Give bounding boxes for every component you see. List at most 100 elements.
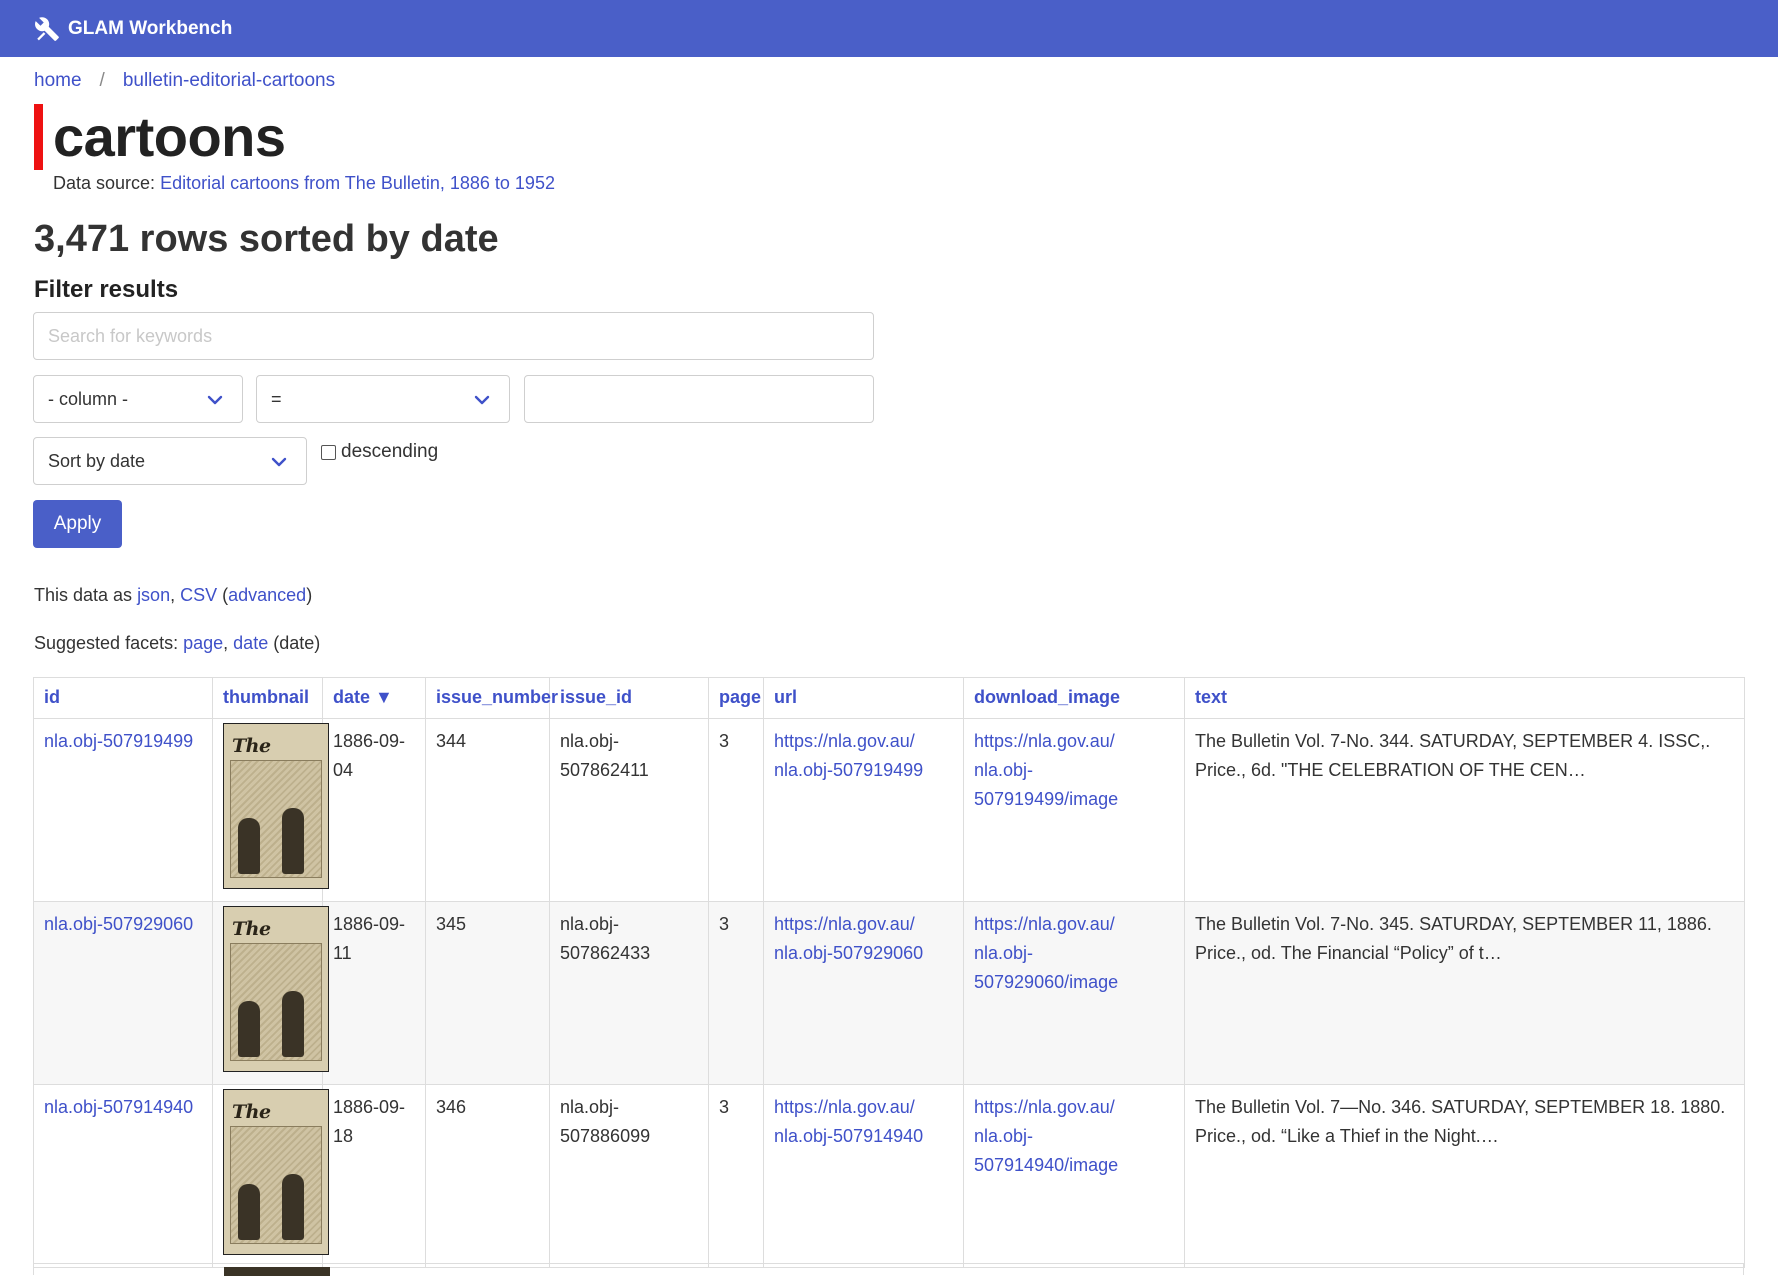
row-count-heading: 3,471 rows sorted by date: [34, 218, 499, 260]
row-id-link[interactable]: nla.obj-507929060: [44, 914, 193, 934]
facet-date-link[interactable]: date: [233, 633, 268, 653]
descending-toggle[interactable]: descending: [321, 441, 438, 463]
export-csv-link[interactable]: CSV: [180, 585, 217, 605]
export-close-paren: ): [306, 585, 313, 605]
cell-text: The Bulletin Vol. 7-No. 344. SATURDAY, S…: [1184, 718, 1745, 902]
title-accent-bar: [34, 104, 43, 170]
row-download-link[interactable]: https://nla.gov.au/nla.obj-507914940/ima…: [974, 1097, 1118, 1175]
cell-thumbnail: The Bulletin: [212, 1084, 329, 1268]
export-links: This data as json, CSV (advanced): [34, 585, 312, 606]
cell-date: 1886-09-11: [322, 901, 426, 1085]
facet-page-link[interactable]: page: [183, 633, 223, 653]
cell-issue-number: 344: [425, 718, 550, 902]
cell-id: nla.obj-507914940: [33, 1084, 213, 1268]
table-row-partial: [33, 1263, 1744, 1276]
table-header-row: id thumbnail date ▼ issue_number issue_i…: [33, 677, 1745, 719]
data-source: Data source: Editorial cartoons from The…: [53, 173, 555, 194]
cell-page: 3: [708, 718, 764, 902]
cell-id: nla.obj-507929060: [33, 901, 213, 1085]
data-source-prefix: Data source:: [53, 173, 161, 193]
breadcrumb-separator: /: [99, 70, 105, 91]
row-id-link[interactable]: nla.obj-507919499: [44, 731, 193, 751]
operator-select[interactable]: =: [256, 375, 510, 423]
row-url-link[interactable]: https://nla.gov.au/nla.obj-507914940: [774, 1097, 923, 1146]
download-part-2: nla.obj-507919499/image: [974, 760, 1119, 809]
filter-value-input[interactable]: [524, 375, 874, 423]
url-part-2: nla.obj-507919499: [774, 760, 924, 780]
cell-download-image: https://nla.gov.au/nla.obj-507929060/ima…: [963, 901, 1185, 1085]
col-header-download-image[interactable]: download_image: [963, 677, 1185, 719]
chevron-down-icon: [271, 457, 287, 467]
download-part-1: https://nla.gov.au/: [974, 914, 1115, 934]
column-select[interactable]: - column -: [33, 375, 243, 423]
cell-download-image: https://nla.gov.au/nla.obj-507914940/ima…: [963, 1084, 1185, 1268]
cell-date: 1886-09-18: [322, 1084, 426, 1268]
table-row: nla.obj-507929060 The Bulletin 1886-09-1…: [33, 901, 1745, 1085]
thumbnail-image[interactable]: The Bulletin: [223, 723, 329, 889]
col-header-id[interactable]: id: [33, 677, 213, 719]
thumbnail-image[interactable]: The Bulletin: [223, 1089, 329, 1255]
search-input[interactable]: [33, 312, 874, 360]
table-row: nla.obj-507914940 The Bulletin 1886-09-1…: [33, 1084, 1745, 1268]
data-source-link[interactable]: Editorial cartoons from The Bulletin, 18…: [160, 173, 555, 193]
row-url-link[interactable]: https://nla.gov.au/nla.obj-507929060: [774, 914, 923, 963]
breadcrumb-database-link[interactable]: bulletin-editorial-cartoons: [123, 70, 335, 92]
chevron-down-icon: [474, 395, 490, 405]
cell-text: The Bulletin Vol. 7—No. 346. SATURDAY, S…: [1184, 1084, 1745, 1268]
cell-text: The Bulletin Vol. 7-No. 345. SATURDAY, S…: [1184, 901, 1745, 1085]
cell-url: https://nla.gov.au/nla.obj-507914940: [763, 1084, 964, 1268]
sort-select-value: Sort by date: [48, 450, 146, 471]
col-header-issue-number[interactable]: issue_number: [425, 677, 558, 719]
breadcrumb: home / bulletin-editorial-cartoons: [34, 70, 335, 92]
url-part-2: nla.obj-507929060: [774, 943, 924, 963]
operator-select-value: =: [271, 388, 282, 409]
top-navbar: GLAM Workbench: [0, 0, 1778, 57]
row-download-link[interactable]: https://nla.gov.au/nla.obj-507919499/ima…: [974, 731, 1118, 809]
export-open-paren: (: [217, 585, 229, 605]
download-part-2: nla.obj-507929060/image: [974, 943, 1119, 992]
cell-url: https://nla.gov.au/nla.obj-507919499: [763, 718, 964, 902]
col-header-date[interactable]: date ▼: [322, 677, 426, 719]
export-prefix: This data as: [34, 585, 138, 605]
cell-page: 3: [708, 1084, 764, 1268]
column-select-value: - column -: [48, 388, 129, 409]
thumbnail-image[interactable]: The Bulletin: [223, 906, 329, 1072]
cell-issue-id: nla.obj-507862433: [549, 901, 709, 1085]
table-row: nla.obj-507919499 The Bulletin 1886-09-0…: [33, 718, 1745, 902]
col-header-text[interactable]: text: [1184, 677, 1745, 719]
cell-page: 3: [708, 901, 764, 1085]
export-comma: ,: [170, 585, 181, 605]
cell-download-image: https://nla.gov.au/nla.obj-507919499/ima…: [963, 718, 1185, 902]
export-json-link[interactable]: json: [137, 585, 170, 605]
download-part-1: https://nla.gov.au/: [974, 731, 1115, 751]
row-id-link[interactable]: nla.obj-507914940: [44, 1097, 193, 1117]
cell-issue-id: nla.obj-507862411: [549, 718, 709, 902]
breadcrumb-home-link[interactable]: home: [34, 70, 82, 92]
col-header-thumbnail[interactable]: thumbnail: [212, 677, 323, 719]
url-part-1: https://nla.gov.au/: [774, 731, 915, 751]
descending-checkbox[interactable]: [321, 444, 336, 460]
row-url-link[interactable]: https://nla.gov.au/nla.obj-507919499: [774, 731, 923, 780]
row-download-link[interactable]: https://nla.gov.au/nla.obj-507929060/ima…: [974, 914, 1118, 992]
filter-heading: Filter results: [34, 276, 179, 303]
export-advanced-link[interactable]: advanced: [228, 585, 306, 605]
apply-button[interactable]: Apply: [33, 500, 122, 548]
descending-label: descending: [341, 441, 439, 462]
cell-thumbnail: The Bulletin: [212, 901, 329, 1085]
col-header-issue-id[interactable]: issue_id: [549, 677, 709, 719]
col-header-url[interactable]: url: [763, 677, 964, 719]
cell-issue-number: 346: [425, 1084, 550, 1268]
col-header-page[interactable]: page: [708, 677, 764, 719]
url-part-1: https://nla.gov.au/: [774, 914, 915, 934]
facets-suffix: (date): [268, 633, 321, 653]
page-title-block: cartoons: [34, 104, 286, 170]
sort-select[interactable]: Sort by date: [33, 437, 307, 485]
download-part-1: https://nla.gov.au/: [974, 1097, 1115, 1117]
url-part-1: https://nla.gov.au/: [774, 1097, 915, 1117]
cell-id: nla.obj-507919499: [33, 718, 213, 902]
cell-issue-number: 345: [425, 901, 550, 1085]
cell-thumbnail: The Bulletin: [212, 718, 329, 902]
chevron-down-icon: [207, 395, 223, 405]
url-part-2: nla.obj-507914940: [774, 1126, 924, 1146]
brand-link[interactable]: GLAM Workbench: [68, 18, 232, 40]
